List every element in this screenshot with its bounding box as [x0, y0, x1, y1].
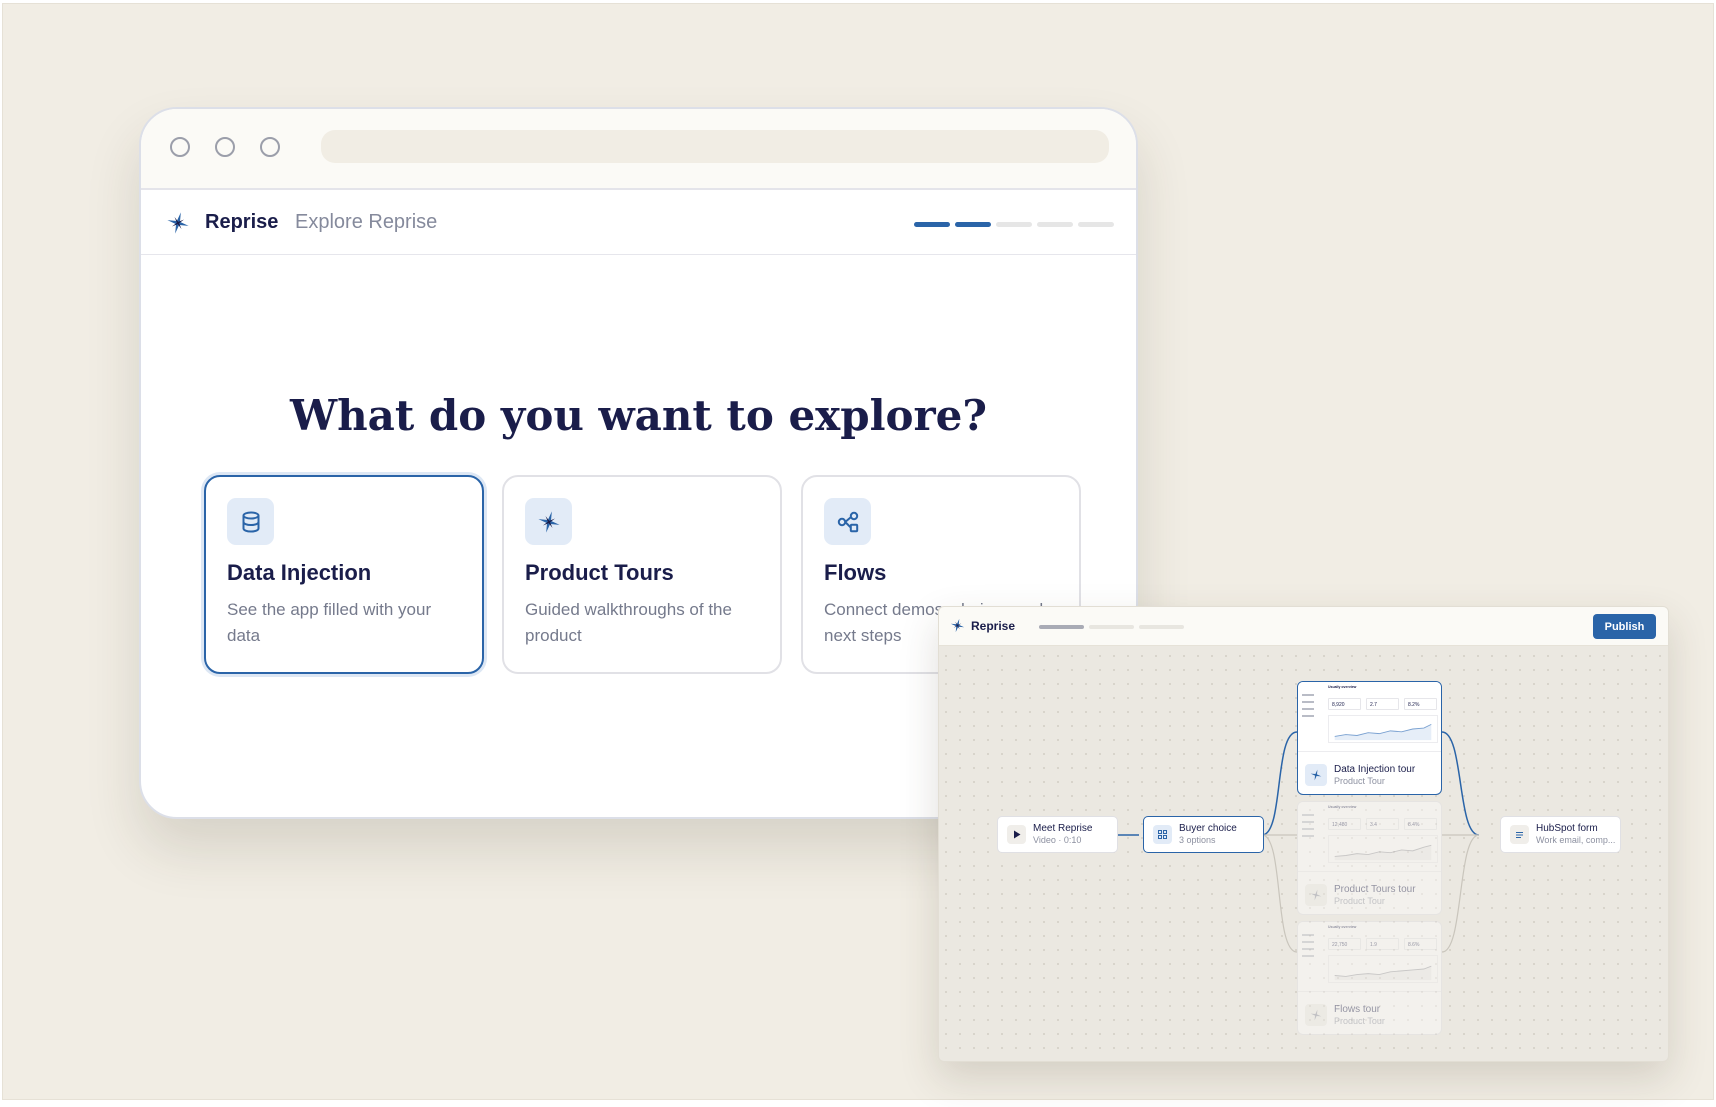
progress-step: [996, 222, 1032, 227]
address-bar[interactable]: [321, 130, 1109, 163]
window-control-minimize[interactable]: [215, 137, 235, 157]
preview-stat: 1.9: [1366, 938, 1399, 950]
app-header: Reprise Explore Reprise: [141, 192, 1136, 255]
brand-name: Reprise: [205, 211, 279, 233]
option-card-product-tours[interactable]: Product Tours Guided walkthroughs of the…: [502, 475, 782, 674]
flow-node-flows-tour[interactable]: Usually overview 22,750 1.9 8.6% Flows t…: [1297, 921, 1442, 1035]
preview-stat: 8.6%: [1404, 938, 1437, 950]
preview-sidebar: [1302, 694, 1316, 722]
preview-sidebar: [1302, 814, 1316, 842]
flow-node-hubspot-form[interactable]: HubSpot form Work email, comp...: [1500, 816, 1621, 853]
node-subtitle: 3 options: [1179, 835, 1216, 845]
flow-node-meet-reprise[interactable]: Meet Reprise Video · 0:10: [997, 816, 1118, 853]
flow-node-buyer-choice[interactable]: Buyer choice 3 options: [1143, 816, 1264, 853]
database-icon: [227, 498, 274, 545]
grid-icon: [1153, 825, 1172, 844]
card-title: Flows: [824, 560, 887, 585]
preview-stat: 2.7: [1366, 698, 1399, 710]
browser-toolbar: [141, 109, 1136, 190]
preview-chart: [1328, 715, 1438, 743]
option-card-data-injection[interactable]: Data Injection See the app filled with y…: [204, 475, 484, 674]
sparkle-icon: [1305, 764, 1327, 786]
preview-stat: 8.4%: [1404, 818, 1437, 830]
tour-preview-thumbnail: Usually overview 22,750 1.9 8.6%: [1298, 922, 1441, 992]
play-icon: [1007, 825, 1026, 844]
form-lines-icon: [1510, 825, 1529, 844]
preview-title: Usually overview: [1328, 805, 1357, 809]
flow-nodes-icon: [824, 498, 871, 545]
preview-title: Usually overview: [1328, 685, 1357, 689]
preview-chart: [1328, 835, 1438, 863]
preview-stat: 3.4: [1366, 818, 1399, 830]
node-title: Buyer choice: [1179, 823, 1237, 834]
tour-subtitle: Product Tour: [1334, 896, 1385, 906]
node-subtitle: Video · 0:10: [1033, 835, 1082, 845]
tour-subtitle: Product Tour: [1334, 776, 1385, 786]
card-title: Data Injection: [227, 560, 372, 585]
card-description: See the app filled with your data: [227, 600, 432, 645]
reprise-logo-icon: [167, 212, 189, 234]
card-description: Guided walkthroughs of the product: [525, 600, 732, 645]
node-subtitle: Work email, comp...: [1536, 835, 1616, 845]
progress-step: [914, 222, 950, 227]
node-title: HubSpot form: [1536, 823, 1598, 834]
page-title: What do you want to explore?: [289, 391, 988, 440]
preview-title: Usually overview: [1328, 925, 1357, 929]
tour-title: Product Tours tour: [1334, 884, 1416, 895]
preview-stat: 22,750: [1328, 938, 1361, 950]
card-title: Product Tours: [525, 560, 674, 585]
page-subtitle: Explore Reprise: [295, 211, 438, 233]
progress-step: [1037, 222, 1073, 227]
flow-editor-panel: Reprise Publish Meet Reprise Video · 0:1…: [938, 606, 1669, 1062]
preview-sidebar: [1302, 934, 1316, 962]
tour-subtitle: Product Tour: [1334, 1016, 1385, 1026]
preview-stat: 12,480: [1328, 818, 1361, 830]
flow-node-product-tours-tour[interactable]: Usually overview 12,480 3.4 8.4% Product…: [1297, 801, 1442, 915]
step-progress: [914, 222, 1114, 227]
sparkle-icon: [1305, 1004, 1327, 1026]
preview-chart: [1328, 955, 1438, 983]
preview-stat: 8,920: [1328, 698, 1361, 710]
tour-title: Flows tour: [1334, 1004, 1381, 1015]
progress-step: [955, 222, 991, 227]
window-control-maximize[interactable]: [260, 137, 280, 157]
sparkle-icon: [1305, 884, 1327, 906]
preview-stat: 8.2%: [1404, 698, 1437, 710]
sparkle-icon: [525, 498, 572, 545]
tour-preview-thumbnail: Usually overview 12,480 3.4 8.4%: [1298, 802, 1441, 872]
tour-preview-thumbnail: Usually overview 8,920 2.7 8.2%: [1298, 682, 1441, 752]
tour-title: Data Injection tour: [1334, 764, 1416, 775]
background-canvas: Reprise Explore Reprise What do you want…: [2, 3, 1714, 1100]
node-title: Meet Reprise: [1033, 823, 1093, 834]
flow-node-data-injection-tour[interactable]: Usually overview 8,920 2.7 8.2% Data Inj…: [1297, 681, 1442, 795]
progress-step: [1078, 222, 1114, 227]
window-control-close[interactable]: [170, 137, 190, 157]
